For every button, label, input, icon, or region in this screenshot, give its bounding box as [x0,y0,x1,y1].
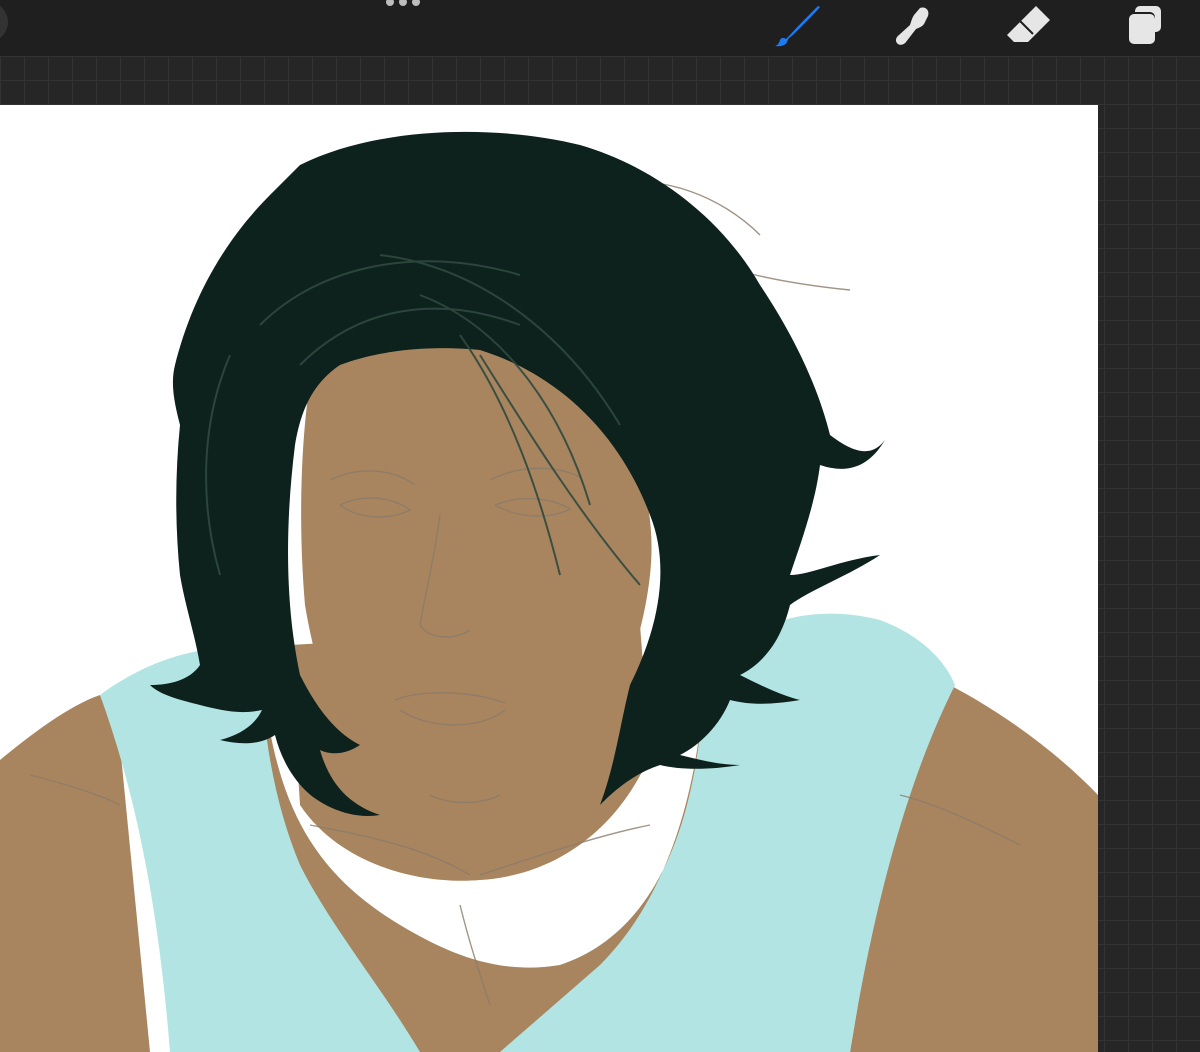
brush-tool-button[interactable] [770,0,826,52]
brush-icon [775,6,820,47]
more-dots-icon[interactable] [386,0,426,8]
layers-icon [1129,6,1161,44]
layers-tool-button[interactable] [1116,0,1172,52]
smudge-tool-button[interactable] [886,0,942,52]
artwork-illustration [0,131,1098,1052]
smudge-icon [895,7,929,45]
drawing-canvas[interactable] [0,105,1098,1052]
eraser-icon [1007,6,1050,42]
actions-menu-button[interactable] [0,2,8,42]
top-toolbar [0,0,1200,56]
eraser-tool-button[interactable] [1000,0,1056,52]
